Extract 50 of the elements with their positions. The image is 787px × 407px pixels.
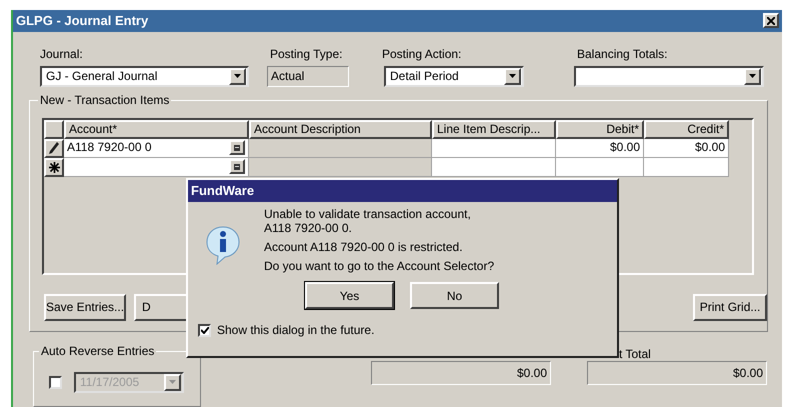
- close-button[interactable]: [763, 13, 779, 28]
- dialog-title: FundWare: [191, 182, 254, 200]
- column-header[interactable]: Line Item Descrip...: [432, 120, 556, 139]
- posting-type-field: Actual: [267, 66, 349, 87]
- check-icon: [200, 326, 208, 334]
- table-cell: $0.00: [556, 138, 644, 158]
- caret-icon: [749, 74, 756, 78]
- checkbox[interactable]: [198, 324, 211, 336]
- total-field: $0.00: [587, 361, 767, 385]
- action-button[interactable]: Save Entries...: [44, 294, 126, 321]
- posting-type-label: Posting Type:: [269, 46, 344, 63]
- dropdown-arrow-button[interactable]: [229, 68, 246, 85]
- balancing-totals-label: Balancing Totals:: [576, 46, 669, 63]
- dialog-message: Unable to validate transaction account, A118 7920-00 0.: [264, 207, 472, 235]
- dialog-message: Account A118 7920-00 0 is restricted.: [264, 240, 464, 254]
- list-icon: [234, 144, 240, 151]
- lookup-button[interactable]: [229, 159, 245, 174]
- row-selector[interactable]: [44, 138, 64, 158]
- column-header[interactable]: Account*: [64, 120, 249, 139]
- checkbox-label: Show this dialog in the future.: [217, 322, 374, 339]
- posting-action-label: Posting Action:: [382, 46, 462, 63]
- total-field: $0.00: [371, 361, 551, 385]
- caret-icon: [234, 74, 241, 78]
- table-cell: $0.00: [644, 138, 729, 158]
- column-header[interactable]: Credit*: [644, 120, 729, 139]
- dialog-message: Do you want to go to the Account Selector?: [264, 259, 494, 273]
- journal-label: Journal:: [40, 46, 84, 63]
- caret-icon: [509, 74, 516, 78]
- list-icon: [234, 164, 240, 170]
- dropdown-field[interactable]: GJ - General Journal: [40, 66, 249, 87]
- window-title: GLPG - Journal Entry: [16, 12, 148, 30]
- lookup-button[interactable]: [228, 140, 245, 156]
- close-icon: [767, 16, 775, 25]
- asterisk-icon: [48, 162, 60, 173]
- dropdown-field[interactable]: [574, 66, 764, 87]
- action-button[interactable]: Print Grid...: [693, 294, 767, 321]
- dialog-button[interactable]: No: [410, 282, 499, 309]
- dropdown-field[interactable]: Detail Period: [384, 66, 524, 87]
- dialog-button[interactable]: Yes: [305, 282, 394, 309]
- total-label: t Total: [618, 347, 652, 361]
- caret-icon: [169, 380, 176, 384]
- column-header[interactable]: Debit*: [556, 120, 644, 139]
- dropdown-arrow-button[interactable]: [504, 68, 521, 85]
- info-icon: [205, 225, 241, 265]
- row-selector[interactable]: [44, 158, 64, 177]
- dropdown-arrow-button[interactable]: [744, 68, 761, 85]
- account-cell[interactable]: A118 7920-00 0: [64, 138, 249, 158]
- column-header[interactable]: Account Description: [249, 120, 432, 139]
- pencil-icon: [49, 142, 59, 154]
- account-cell[interactable]: [64, 158, 249, 177]
